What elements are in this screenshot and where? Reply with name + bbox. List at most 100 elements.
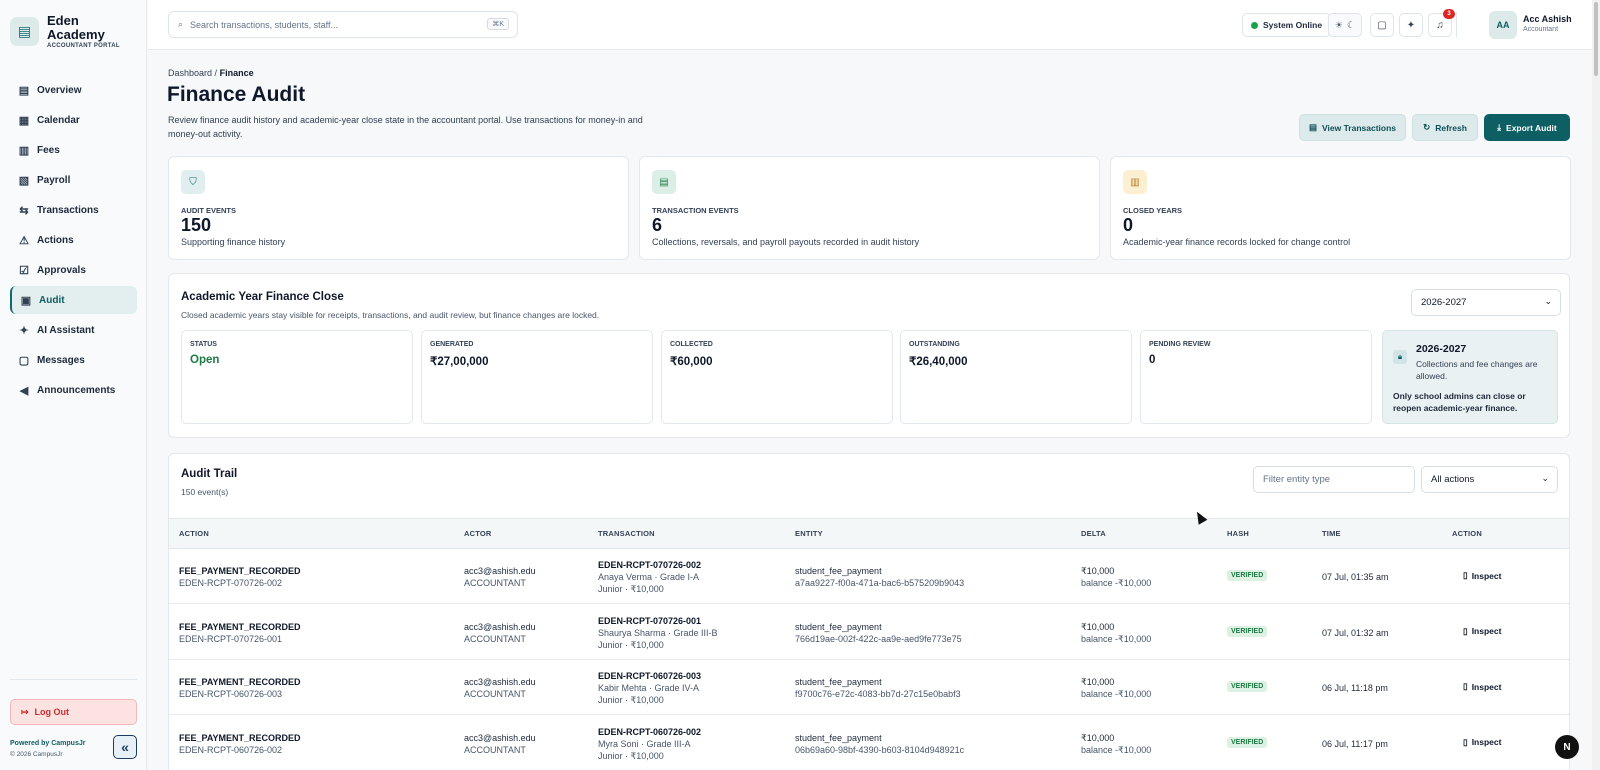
row-entity: student_fee_payment [795, 566, 882, 576]
info-year: 2026-2027 [1416, 343, 1467, 355]
row-transaction[interactable]: EDEN-RCPT-070726-001 [598, 615, 718, 627]
table-row[interactable]: FEE_PAYMENT_RECORDED EDEN-RCPT-060726-00… [169, 715, 1569, 770]
sidebar-item-label: Approvals [37, 264, 86, 276]
breadcrumb-dashboard[interactable]: Dashboard [168, 68, 212, 78]
export-audit-button[interactable]: ⤓ Export Audit [1484, 114, 1570, 141]
metric-label: COLLECTED [670, 341, 713, 348]
row-transaction[interactable]: EDEN-RCPT-060726-003 [598, 670, 701, 682]
document-icon: ▯ [1463, 625, 1468, 636]
row-delta: ₹10,000 [1081, 732, 1115, 743]
sun-icon: ☀ [1334, 19, 1343, 30]
table-row[interactable]: FEE_PAYMENT_RECORDED EDEN-RCPT-070726-00… [169, 549, 1569, 604]
sidebar-item-transactions[interactable]: ⇆ Transactions [10, 196, 137, 224]
actions-select[interactable]: All actions ⌄ [1421, 466, 1558, 493]
chat-button[interactable]: ▢ [1370, 13, 1394, 37]
user-name[interactable]: Acc Ashish [1523, 14, 1572, 24]
table-row[interactable]: FEE_PAYMENT_RECORDED EDEN-RCPT-070726-00… [169, 604, 1569, 660]
view-transactions-button[interactable]: ▤ View Transactions [1299, 114, 1406, 141]
sidebar-item-label: Actions [37, 234, 74, 246]
wallet-icon: ▤ [652, 170, 676, 194]
sidebar-item-actions[interactable]: ⚠ Actions [10, 226, 137, 254]
sidebar-item-messages[interactable]: ▢ Messages [10, 346, 137, 374]
calendar-icon: ▦ [18, 114, 30, 127]
user-role: Accountant [1523, 26, 1559, 33]
breadcrumb: Dashboard / Finance [168, 68, 254, 78]
stat-value: 0 [1123, 215, 1134, 235]
logout-icon: ↦ [21, 706, 29, 717]
refresh-label: Refresh [1435, 122, 1467, 133]
sidebar-item-audit[interactable]: ▣ Audit [10, 286, 137, 314]
table-row[interactable]: FEE_PAYMENT_RECORDED EDEN-RCPT-060726-00… [169, 660, 1569, 715]
inspect-label: Inspect [1471, 737, 1502, 747]
metric-value: 0 [1149, 354, 1156, 366]
search-placeholder: Search transactions, students, staff... [190, 19, 338, 30]
system-status-label: System Online [1263, 20, 1323, 30]
inspect-button[interactable]: ▯ Inspect [1463, 570, 1501, 581]
avatar[interactable]: AA [1489, 11, 1517, 39]
row-entity: student_fee_payment [795, 732, 882, 743]
export-audit-label: Export Audit [1506, 122, 1557, 133]
notifications-button[interactable]: ♫ 3 [1428, 9, 1455, 37]
row-action-ref: EDEN-RCPT-070726-001 [179, 633, 283, 644]
row-action-ref: EDEN-RCPT-060726-002 [179, 744, 283, 755]
column-header: ACTION [179, 529, 209, 538]
document-icon: ▥ [1123, 170, 1147, 194]
row-transaction[interactable]: EDEN-RCPT-070726-002 [598, 559, 701, 571]
chevron-down-icon: ⌄ [1544, 296, 1552, 306]
sidebar-item-label: Announcements [37, 384, 116, 396]
sidebar-item-label: Audit [39, 294, 65, 306]
filter-entity-placeholder: Filter entity type [1263, 474, 1331, 485]
refresh-button[interactable]: ↻ Refresh [1412, 114, 1478, 141]
column-header: TRANSACTION [598, 529, 655, 538]
stat-label: CLOSED YEARS [1123, 206, 1183, 215]
column-header: HASH [1227, 529, 1250, 538]
sidebar-item-fees[interactable]: ▥ Fees [10, 136, 137, 164]
sidebar-item-ai-assistant[interactable]: ✦ AI Assistant [10, 316, 137, 344]
row-balance: balance -₹10,000 [1081, 578, 1152, 588]
receipt-icon: ▥ [18, 144, 30, 157]
floating-help-button[interactable]: N [1555, 735, 1579, 759]
inspect-button[interactable]: ▯ Inspect [1463, 681, 1501, 692]
brand[interactable]: ▤ Eden Academy ACCOUNTANT PORTAL [10, 14, 120, 49]
sidebar-nav: ▤ Overview ▦ Calendar ▥ Fees ▧ Payroll ⇆ Transact… [10, 76, 137, 406]
scrollbar-thumb[interactable] [1594, 2, 1598, 76]
inspect-label: Inspect [1471, 570, 1502, 581]
year-select[interactable]: 2026-2027 ⌄ [1411, 289, 1561, 316]
search-input[interactable]: ⌕ Search transactions, students, staff..… [168, 11, 518, 38]
row-delta: ₹10,000 [1081, 677, 1115, 687]
metric-value: ₹60,000 [670, 356, 713, 368]
row-transaction[interactable]: EDEN-RCPT-060726-002 [598, 726, 701, 738]
sidebar-item-calendar[interactable]: ▦ Calendar [10, 106, 137, 134]
info-line: Collections and fee changes are allowed. [1416, 359, 1538, 381]
collapse-sidebar-button[interactable]: « [113, 735, 137, 759]
stat-description: Supporting finance history [181, 237, 286, 247]
inspect-button[interactable]: ▯ Inspect [1463, 737, 1501, 748]
metric-pending-review: PENDING REVIEW 0 [1140, 330, 1372, 424]
sidebar-item-overview[interactable]: ▤ Overview [10, 76, 137, 104]
sidebar-item-payroll[interactable]: ▧ Payroll [10, 166, 137, 194]
row-action-ref: EDEN-RCPT-060726-003 [179, 689, 283, 699]
megaphone-icon: ◀ [19, 384, 29, 397]
sidebar-item-approvals[interactable]: ☑ Approvals [10, 256, 137, 284]
theme-toggle[interactable]: ☀ ☾ [1328, 13, 1362, 37]
filter-entity-input[interactable]: Filter entity type [1253, 466, 1415, 493]
brand-subtitle: ACCOUNTANT PORTAL [47, 43, 120, 49]
breadcrumb-current: Finance [219, 68, 254, 78]
hash-verified-badge: VERIFIED [1227, 736, 1268, 748]
inspect-button[interactable]: ▯ Inspect [1463, 626, 1501, 637]
notification-badge: 3 [1443, 9, 1455, 19]
brand-name-line1: Eden [47, 13, 79, 28]
wallet-icon: ▤ [1308, 122, 1317, 132]
payroll-icon: ▧ [18, 174, 30, 187]
metric-value: Open [190, 354, 220, 366]
row-actor: acc3@ashish.edu [464, 621, 536, 632]
stat-description: Collections, reversals, and payroll payo… [652, 237, 920, 247]
logout-button[interactable]: ↦ Log Out [10, 699, 137, 725]
ai-button[interactable]: ✦ [1399, 13, 1423, 37]
column-header: ACTION [1452, 529, 1482, 538]
copyright: © 2026 CampusJr [10, 751, 63, 758]
page-scrollbar[interactable] [1592, 0, 1600, 770]
sidebar-item-announcements[interactable]: ◀ Announcements [10, 376, 137, 404]
clipboard-icon: ☑ [19, 264, 29, 277]
shield-icon: ⛉ [181, 170, 205, 194]
